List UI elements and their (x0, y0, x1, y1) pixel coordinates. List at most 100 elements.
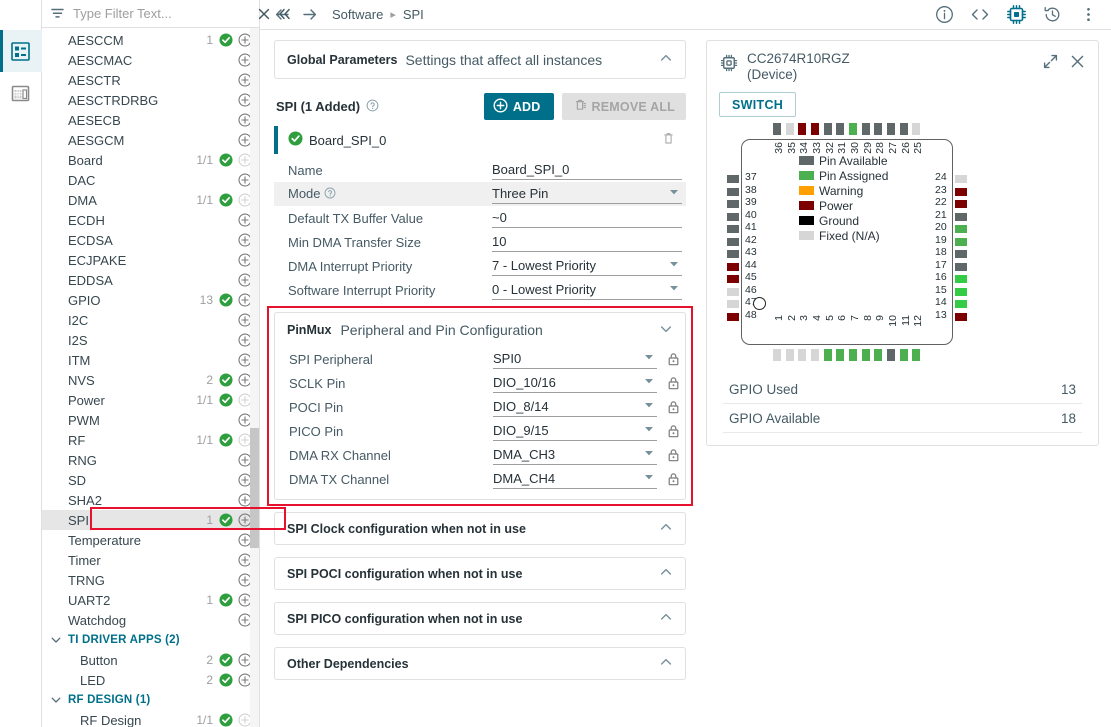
chip-pin-13[interactable] (955, 313, 967, 321)
filter-icon[interactable] (50, 6, 65, 21)
sidebar-item-dma[interactable]: DMA1/1 (42, 190, 259, 210)
pinmux-header[interactable]: PinMux Peripheral and Pin Configuration (275, 313, 685, 347)
chip-pin-39[interactable] (727, 200, 739, 208)
sidebar-item-aesctr[interactable]: AESCTR (42, 70, 259, 90)
remove-all-button[interactable]: REMOVE ALL (562, 93, 686, 120)
breadcrumb-item-software[interactable]: Software (332, 7, 383, 22)
more-vertical-icon[interactable] (1075, 2, 1101, 28)
chip-pin-46[interactable] (727, 288, 739, 296)
sidebar-item-ecdsa[interactable]: ECDSA (42, 230, 259, 250)
chip-pin-26[interactable] (900, 123, 908, 135)
chip-pin-14[interactable] (955, 300, 967, 308)
help-circle-icon[interactable] (324, 187, 336, 202)
sidebar-group-rf-design-1-[interactable]: RF DESIGN (1) (42, 690, 259, 710)
sidebar-item-dac[interactable]: DAC (42, 170, 259, 190)
lock-icon[interactable] (665, 400, 681, 414)
field-select[interactable]: 0 - Lowest Priority (492, 280, 682, 300)
chip-pin-31[interactable] (836, 123, 844, 135)
chip-pin-15[interactable] (955, 288, 967, 296)
field-select[interactable]: Three Pin (492, 184, 682, 204)
sidebar-item-button[interactable]: Button2 (42, 650, 259, 670)
chip-pin-45[interactable] (727, 275, 739, 283)
chip-pin-27[interactable] (887, 123, 895, 135)
chip-pin-35[interactable] (786, 123, 794, 135)
chip-pin-2[interactable] (786, 349, 794, 361)
chip-pin-24[interactable] (955, 175, 967, 183)
chip-pin-32[interactable] (824, 123, 832, 135)
field-input[interactable]: ~0 (492, 208, 682, 228)
chip-diagram[interactable]: 363534333231302928272625 373839404142434… (727, 125, 977, 365)
chip-pin-6[interactable] (836, 349, 844, 361)
filter-input[interactable] (71, 5, 251, 22)
chevron-down-icon[interactable] (668, 258, 680, 273)
chevron-down-icon[interactable] (659, 322, 673, 339)
sidebar-item-trng[interactable]: TRNG (42, 570, 259, 590)
chip-pin-43[interactable] (727, 250, 739, 258)
field-input[interactable]: 10 (492, 232, 682, 252)
chip-pin-37[interactable] (727, 175, 739, 183)
collapsed-section-spi-clock-configuration-when-not-in-use[interactable]: SPI Clock configuration when not in use (274, 512, 686, 545)
chip-pin-7[interactable] (849, 349, 857, 361)
chip-pin-38[interactable] (727, 188, 739, 196)
sidebar-group-ti-driver-apps-2-[interactable]: TI DRIVER APPS (2) (42, 630, 259, 650)
chip-pin-25[interactable] (912, 123, 920, 135)
chip-pin-47[interactable] (727, 300, 739, 308)
chip-pin-4[interactable] (811, 349, 819, 361)
chip-pin-12[interactable] (912, 349, 920, 361)
chip-pin-1[interactable] (773, 349, 781, 361)
chevron-up-icon[interactable] (659, 655, 673, 672)
arrow-right-icon[interactable] (301, 6, 318, 23)
sidebar-item-i2s[interactable]: I2S (42, 330, 259, 350)
chip-pin-34[interactable] (798, 123, 806, 135)
chip-pin-9[interactable] (874, 349, 882, 361)
sidebar-item-led[interactable]: LED2 (42, 670, 259, 690)
chip-pin-10[interactable] (887, 349, 895, 361)
sidebar-item-nvs[interactable]: NVS2 (42, 370, 259, 390)
chevron-down-icon[interactable] (643, 447, 655, 462)
info-icon[interactable] (931, 2, 957, 28)
rail-item-board-view[interactable] (0, 72, 42, 114)
chip-pin-3[interactable] (798, 349, 806, 361)
sidebar-item-uart2[interactable]: UART21 (42, 590, 259, 610)
module-tree[interactable]: AESCCM1AESCMACAESCTRAESCTRDRBGAESECBAESG… (42, 28, 259, 727)
sidebar-item-rng[interactable]: RNG (42, 450, 259, 470)
chevron-down-icon[interactable] (50, 634, 62, 646)
chevron-down-icon[interactable] (643, 471, 655, 486)
sidebar-item-aesccm[interactable]: AESCCM1 (42, 30, 259, 50)
sidebar-item-itm[interactable]: ITM (42, 350, 259, 370)
chevron-down-icon[interactable] (50, 694, 62, 706)
chip-pin-19[interactable] (955, 238, 967, 246)
sidebar-item-power[interactable]: Power1/1 (42, 390, 259, 410)
sidebar-item-aesecb[interactable]: AESECB (42, 110, 259, 130)
chip-pin-40[interactable] (727, 213, 739, 221)
lock-icon[interactable] (665, 472, 681, 486)
switch-button[interactable]: SWITCH (719, 92, 796, 117)
collapsed-section-other-dependencies[interactable]: Other Dependencies (274, 647, 686, 680)
chevron-down-icon[interactable] (643, 375, 655, 390)
pinmux-select[interactable]: DMA_CH4 (493, 469, 657, 489)
pinmux-select[interactable]: DIO_10/16 (493, 373, 657, 393)
chevron-down-icon[interactable] (668, 186, 680, 201)
field-input[interactable]: Board_SPI_0 (492, 160, 682, 180)
code-icon[interactable] (967, 2, 993, 28)
lock-icon[interactable] (665, 376, 681, 390)
chip-pin-48[interactable] (727, 313, 739, 321)
chip-pin-21[interactable] (955, 213, 967, 221)
sidebar-item-aesctrdrbg[interactable]: AESCTRDRBG (42, 90, 259, 110)
sidebar-item-ecdh[interactable]: ECDH (42, 210, 259, 230)
pinmux-select[interactable]: DMA_CH3 (493, 445, 657, 465)
chevron-up-icon[interactable] (659, 520, 673, 537)
chip-pin-17[interactable] (955, 263, 967, 271)
lock-icon[interactable] (665, 352, 681, 366)
field-select[interactable]: 7 - Lowest Priority (492, 256, 682, 276)
lock-icon[interactable] (665, 448, 681, 462)
lock-icon[interactable] (665, 424, 681, 438)
sidebar-item-timer[interactable]: Timer (42, 550, 259, 570)
pinmux-select[interactable]: DIO_9/15 (493, 421, 657, 441)
chip-pin-44[interactable] (727, 263, 739, 271)
add-button[interactable]: ADD (484, 93, 554, 120)
chip-pin-30[interactable] (849, 123, 857, 135)
global-parameters-header[interactable]: Global Parameters Settings that affect a… (275, 41, 685, 78)
spi-instance-header[interactable]: Board_SPI_0 (274, 126, 686, 154)
chip-pin-18[interactable] (955, 250, 967, 258)
